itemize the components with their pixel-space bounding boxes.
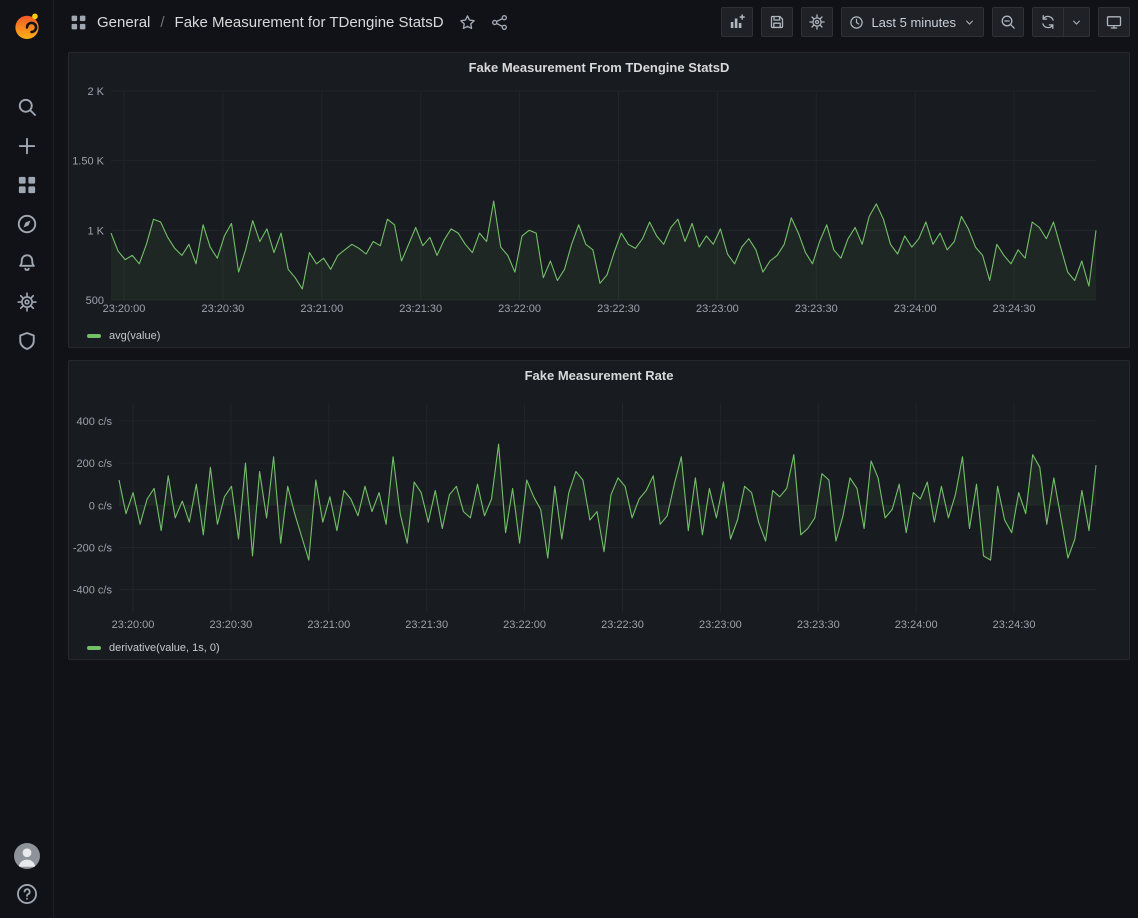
caret-down-icon <box>963 16 976 29</box>
svg-text:23:21:30: 23:21:30 <box>399 303 442 315</box>
star-button[interactable] <box>459 14 476 31</box>
dashboards-grid-icon <box>17 175 37 195</box>
dashboard-title[interactable]: Fake Measurement for TDengine StatsD <box>175 14 444 31</box>
legend-swatch[interactable] <box>87 646 101 650</box>
panel-title[interactable]: Fake Measurement From TDengine StatsD <box>69 53 1129 81</box>
svg-text:23:22:00: 23:22:00 <box>503 619 546 631</box>
svg-text:23:22:30: 23:22:30 <box>601 619 644 631</box>
time-range-picker[interactable]: Last 5 minutes <box>841 7 984 37</box>
sidebar-item-alerting[interactable] <box>0 243 54 282</box>
breadcrumb-separator: / <box>160 14 164 31</box>
svg-text:500: 500 <box>86 295 104 307</box>
panel-title[interactable]: Fake Measurement Rate <box>69 361 1129 389</box>
gear-icon <box>17 292 37 312</box>
svg-text:23:24:30: 23:24:30 <box>993 303 1036 315</box>
svg-text:23:21:00: 23:21:00 <box>300 303 343 315</box>
svg-text:23:20:00: 23:20:00 <box>112 619 155 631</box>
time-range-label: Last 5 minutes <box>871 15 956 30</box>
dashboard-settings-button[interactable] <box>801 7 833 37</box>
user-icon <box>14 843 40 869</box>
timeseries-chart-fake-measurement[interactable]: 2 K 1.50 K 1 K 50023:20:00 23:20:30 23:21:00 2… <box>69 81 1129 323</box>
apps-icon[interactable] <box>70 14 87 31</box>
svg-text:1 K: 1 K <box>87 225 104 237</box>
svg-text:400 c/s: 400 c/s <box>77 416 113 428</box>
refresh-split-button <box>1032 7 1090 37</box>
sidebar-item-create[interactable] <box>0 126 54 165</box>
panel-fake-measurement-rate: Fake Measurement Rate 400 c/s 200 c/s 0 c/… <box>68 360 1130 660</box>
zoom-out-button[interactable] <box>992 7 1024 37</box>
share-button[interactable] <box>491 14 508 31</box>
svg-text:23:21:00: 23:21:00 <box>307 619 350 631</box>
search-icon <box>17 97 37 117</box>
grafana-logo[interactable] <box>10 9 44 43</box>
monitor-icon <box>1106 14 1122 30</box>
sidebar-item-explore[interactable] <box>0 204 54 243</box>
svg-text:23:21:30: 23:21:30 <box>405 619 448 631</box>
share-icon <box>491 14 508 31</box>
svg-text:0 c/s: 0 c/s <box>89 500 113 512</box>
svg-text:23:23:30: 23:23:30 <box>795 303 838 315</box>
plus-icon <box>17 136 37 156</box>
caret-down-icon <box>1070 16 1083 29</box>
svg-text:23:23:00: 23:23:00 <box>696 303 739 315</box>
svg-text:2 K: 2 K <box>87 86 104 98</box>
save-icon <box>769 14 785 30</box>
svg-text:23:23:00: 23:23:00 <box>699 619 742 631</box>
svg-text:23:20:30: 23:20:30 <box>209 619 252 631</box>
sidebar-item-configuration[interactable] <box>0 282 54 321</box>
refresh-icon <box>1040 14 1056 30</box>
refresh-button[interactable] <box>1032 7 1064 37</box>
bell-icon <box>17 253 37 273</box>
compass-icon <box>17 214 37 234</box>
svg-text:23:23:30: 23:23:30 <box>797 619 840 631</box>
user-avatar[interactable] <box>14 843 40 869</box>
svg-text:23:20:00: 23:20:00 <box>103 303 146 315</box>
sidebar-bottom <box>14 843 40 906</box>
add-panel-icon <box>729 14 745 30</box>
sidebar-item-server-admin[interactable] <box>0 321 54 360</box>
add-panel-button[interactable] <box>721 7 753 37</box>
panel-fake-measurement: Fake Measurement From TDengine StatsD 2 … <box>68 52 1130 348</box>
help-button[interactable] <box>15 882 39 906</box>
sidebar-item-dashboards[interactable] <box>0 165 54 204</box>
kiosk-mode-button[interactable] <box>1098 7 1130 37</box>
panel-legend: avg(value) <box>69 323 1129 349</box>
breadcrumb-folder[interactable]: General <box>97 14 150 31</box>
navbar-actions: Last 5 minutes <box>721 7 1130 37</box>
svg-text:23:22:00: 23:22:00 <box>498 303 541 315</box>
shield-icon <box>17 331 37 351</box>
gear-icon <box>809 14 825 30</box>
svg-text:1.50 K: 1.50 K <box>72 156 104 168</box>
svg-text:23:20:30: 23:20:30 <box>201 303 244 315</box>
svg-text:23:24:00: 23:24:00 <box>895 619 938 631</box>
svg-text:23:22:30: 23:22:30 <box>597 303 640 315</box>
legend-label[interactable]: avg(value) <box>109 330 160 342</box>
timeseries-chart-fake-measurement-rate[interactable]: 400 c/s 200 c/s 0 c/s -200 c/s -400 c/s 23:20… <box>69 389 1129 635</box>
svg-text:-200 c/s: -200 c/s <box>73 542 113 554</box>
zoom-out-icon <box>1000 14 1016 30</box>
sidebar-item-search[interactable] <box>0 87 54 126</box>
svg-text:200 c/s: 200 c/s <box>77 458 113 470</box>
legend-label[interactable]: derivative(value, 1s, 0) <box>109 642 220 654</box>
sidebar <box>0 0 54 918</box>
help-icon <box>16 883 38 905</box>
svg-text:23:24:30: 23:24:30 <box>993 619 1036 631</box>
refresh-interval-dropdown[interactable] <box>1064 7 1090 37</box>
legend-swatch[interactable] <box>87 334 101 338</box>
svg-text:23:24:00: 23:24:00 <box>894 303 937 315</box>
panel-legend: derivative(value, 1s, 0) <box>69 635 1129 661</box>
svg-text:-400 c/s: -400 c/s <box>73 585 113 597</box>
sidebar-menu <box>0 87 54 360</box>
star-icon <box>459 14 476 31</box>
top-navbar: General / Fake Measurement for TDengine … <box>54 0 1138 44</box>
save-dashboard-button[interactable] <box>761 7 793 37</box>
clock-icon <box>849 15 864 30</box>
